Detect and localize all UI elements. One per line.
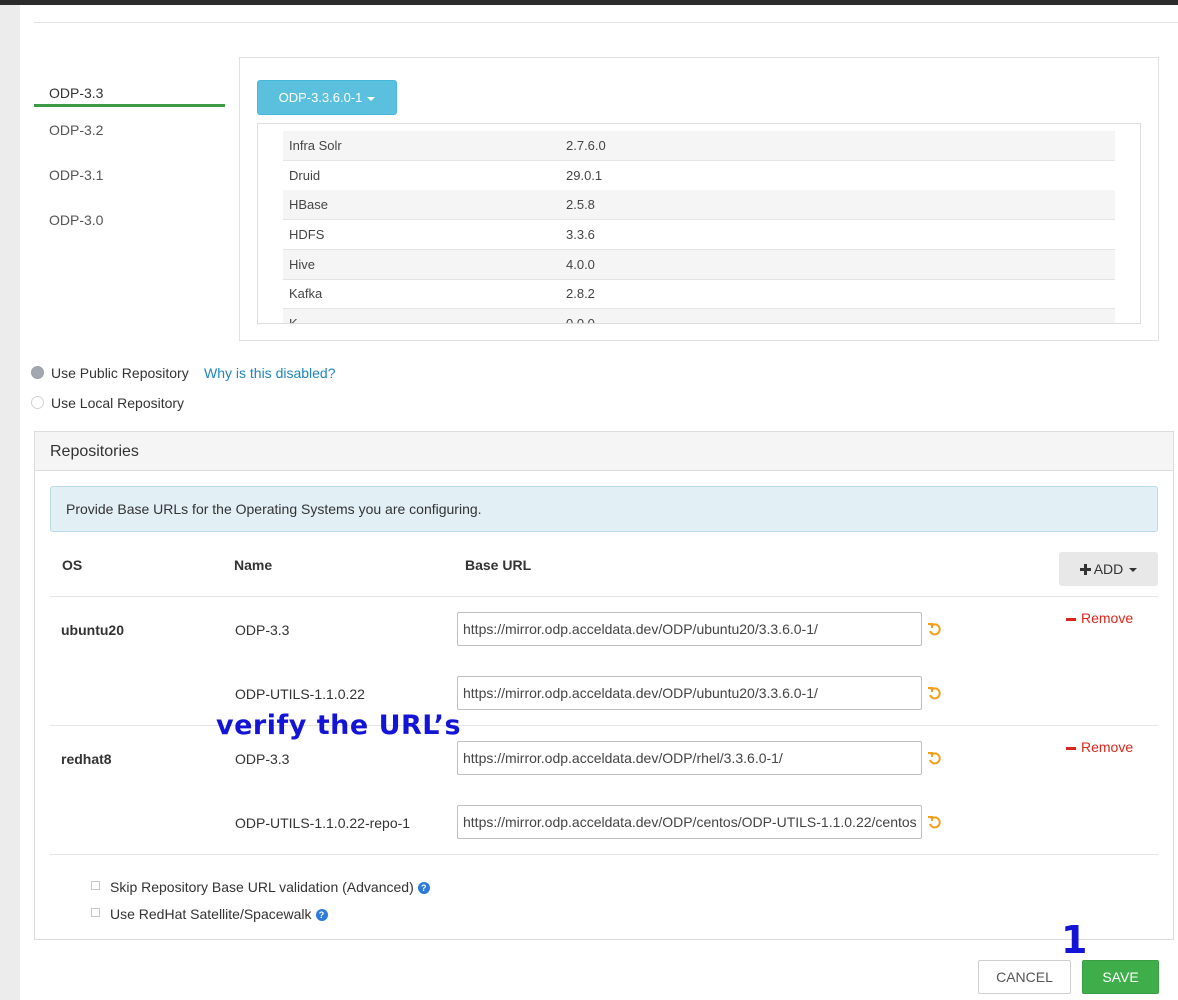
service-version: 4.0.0: [566, 257, 595, 272]
version-tab-odp-3-1[interactable]: ODP-3.1: [49, 167, 103, 183]
base-url-input[interactable]: [457, 741, 922, 775]
public-repo-radio[interactable]: [31, 366, 44, 379]
column-header-name: Name: [234, 557, 273, 573]
minus-icon: [1066, 617, 1076, 621]
undo-icon[interactable]: [927, 815, 941, 829]
service-row: K... 0.0.0: [283, 309, 1115, 324]
service-name: K...: [289, 316, 309, 324]
active-tab-underline: [34, 104, 225, 107]
table-divider: [50, 854, 1158, 855]
base-url-input[interactable]: [457, 612, 922, 646]
undo-icon[interactable]: [927, 686, 941, 700]
version-dropdown-label: ODP-3.3.6.0-1: [278, 90, 363, 105]
repositories-panel: Repositories Provide Base URLs for the O…: [34, 431, 1174, 940]
why-disabled-link[interactable]: Why is this disabled?: [204, 365, 336, 381]
service-row: HBase 2.5.8: [283, 190, 1115, 220]
os-name-ubuntu20: ubuntu20: [61, 622, 124, 638]
service-row: Hive 4.0.0: [283, 250, 1115, 280]
repo-name: ODP-UTILS-1.1.0.22: [235, 686, 365, 702]
base-url-input[interactable]: [457, 805, 922, 839]
cancel-button[interactable]: CANCEL: [978, 960, 1071, 994]
service-version: 2.8.2: [566, 286, 595, 301]
verify-urls-annotation: verify the URL’s: [216, 710, 462, 741]
version-tab-odp-3-3[interactable]: ODP-3.3: [49, 85, 103, 101]
undo-icon[interactable]: [927, 751, 941, 765]
service-name: Druid: [289, 168, 321, 183]
undo-icon[interactable]: [927, 622, 941, 636]
service-name: HDFS: [289, 227, 325, 242]
table-divider: [50, 596, 1158, 597]
top-divider: [34, 22, 1178, 23]
service-version: 2.7.6.0: [566, 138, 606, 153]
base-url-input[interactable]: [457, 676, 922, 710]
version-tab-odp-3-2[interactable]: ODP-3.2: [49, 122, 103, 138]
service-name: HBase: [289, 197, 329, 212]
left-strip: [0, 5, 20, 1000]
save-button[interactable]: SAVE: [1082, 960, 1159, 994]
repositories-header: Repositories: [35, 432, 1173, 471]
chevron-down-icon: [367, 96, 376, 101]
local-repo-label: Use Local Repository: [51, 395, 185, 411]
service-version: 2.5.8: [566, 197, 595, 212]
service-row: Kafka 2.8.2: [283, 279, 1115, 309]
remove-label: Remove: [1081, 739, 1134, 755]
step-number-annotation: 1: [1061, 918, 1088, 962]
column-header-os: OS: [62, 557, 83, 573]
service-versions-list[interactable]: Infra Solr 2.7.6.0 Druid 29.0.1 HBase 2.…: [257, 123, 1141, 324]
remove-os-redhat8-link[interactable]: Remove: [1066, 739, 1133, 755]
column-header-base-url: Base URL: [465, 557, 532, 573]
repositories-title: Repositories: [50, 443, 139, 460]
add-button-label: ADD: [1093, 561, 1124, 577]
skip-validation-label: Skip Repository Base URL validation (Adv…: [110, 879, 430, 895]
help-icon[interactable]: ?: [417, 882, 430, 895]
version-tab-odp-3-0[interactable]: ODP-3.0: [49, 212, 103, 228]
service-version: 3.3.6: [566, 227, 595, 242]
os-name-redhat8: redhat8: [61, 751, 112, 767]
add-os-button[interactable]: ADD: [1059, 552, 1158, 586]
public-repo-label: Use Public Repository: [51, 365, 189, 381]
help-icon[interactable]: ?: [315, 909, 328, 922]
chevron-down-icon: [1129, 568, 1138, 573]
info-alert-text: Provide Base URLs for the Operating Syst…: [66, 501, 482, 517]
service-row: Infra Solr 2.7.6.0: [283, 131, 1115, 161]
stack-version-panel: ODP-3.3.6.0-1 Infra Solr 2.7.6.0 Druid 2…: [239, 57, 1159, 341]
plus-icon: [1079, 564, 1091, 575]
service-name: Infra Solr: [289, 138, 342, 153]
service-version: 29.0.1: [566, 168, 603, 183]
repo-name: ODP-3.3: [235, 751, 290, 767]
service-name: Hive: [289, 257, 316, 272]
satellite-text: Use RedHat Satellite/Spacewalk: [110, 906, 312, 922]
repo-name: ODP-UTILS-1.1.0.22-repo-1: [235, 815, 411, 831]
service-version: 0.0.0: [566, 316, 595, 324]
remove-os-ubuntu20-link[interactable]: Remove: [1066, 610, 1133, 626]
info-alert: Provide Base URLs for the Operating Syst…: [50, 486, 1158, 532]
version-dropdown-button[interactable]: ODP-3.3.6.0-1: [257, 80, 397, 115]
service-row: Druid 29.0.1: [283, 161, 1115, 191]
top-bar: [0, 0, 1178, 5]
skip-validation-checkbox[interactable]: [91, 881, 100, 890]
service-name: Kafka: [289, 286, 323, 301]
satellite-checkbox[interactable]: [91, 908, 100, 917]
minus-icon: [1066, 746, 1076, 750]
satellite-label: Use RedHat Satellite/Spacewalk?: [110, 906, 328, 922]
repo-name: ODP-3.3: [235, 622, 290, 638]
remove-label: Remove: [1081, 610, 1134, 626]
local-repo-radio[interactable]: [31, 396, 44, 409]
skip-validation-text: Skip Repository Base URL validation (Adv…: [110, 879, 414, 895]
service-row: HDFS 3.3.6: [283, 220, 1115, 250]
